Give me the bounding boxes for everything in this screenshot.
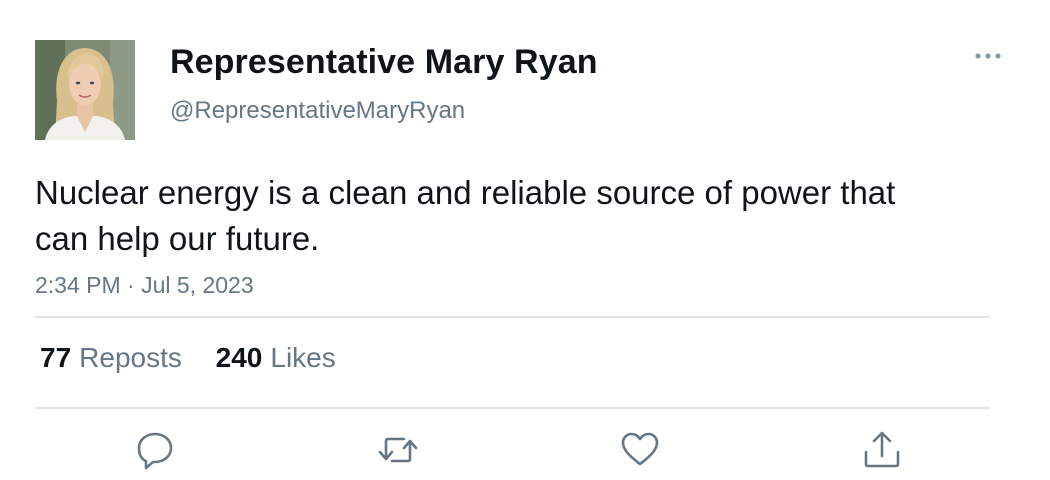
avatar-image [35, 40, 135, 140]
reply-icon [137, 432, 173, 470]
heart-icon [621, 432, 659, 466]
divider [35, 316, 990, 318]
repost-icon [378, 437, 418, 463]
engagement-stats: 77 Reposts 240 Likes [40, 342, 362, 374]
divider [35, 407, 990, 409]
user-handle[interactable]: @RepresentativeMaryRyan [170, 97, 465, 125]
likes-label: Likes [270, 342, 336, 373]
share-button[interactable] [860, 428, 904, 472]
repost-button[interactable] [376, 428, 420, 472]
more-horizontal-icon [975, 53, 1001, 59]
reply-button[interactable] [133, 428, 177, 472]
reposts-stat[interactable]: 77 Reposts [40, 342, 182, 374]
tweet-text: Nuclear energy is a clean and reliable s… [35, 174, 896, 257]
share-icon [864, 431, 900, 468]
reposts-count: 77 [40, 342, 72, 373]
likes-stat[interactable]: 240 Likes [216, 342, 336, 374]
tweet-timestamp[interactable]: 2:34 PM · Jul 5, 2023 [35, 272, 254, 299]
reposts-label: Reposts [79, 342, 182, 373]
tweet-card: Representative Mary Ryan @Representative… [0, 0, 1050, 480]
like-button[interactable] [618, 428, 662, 472]
avatar[interactable] [35, 40, 135, 140]
likes-count: 240 [215, 342, 263, 373]
display-name[interactable]: Representative Mary Ryan [170, 43, 598, 82]
more-options-button[interactable] [968, 42, 1008, 70]
